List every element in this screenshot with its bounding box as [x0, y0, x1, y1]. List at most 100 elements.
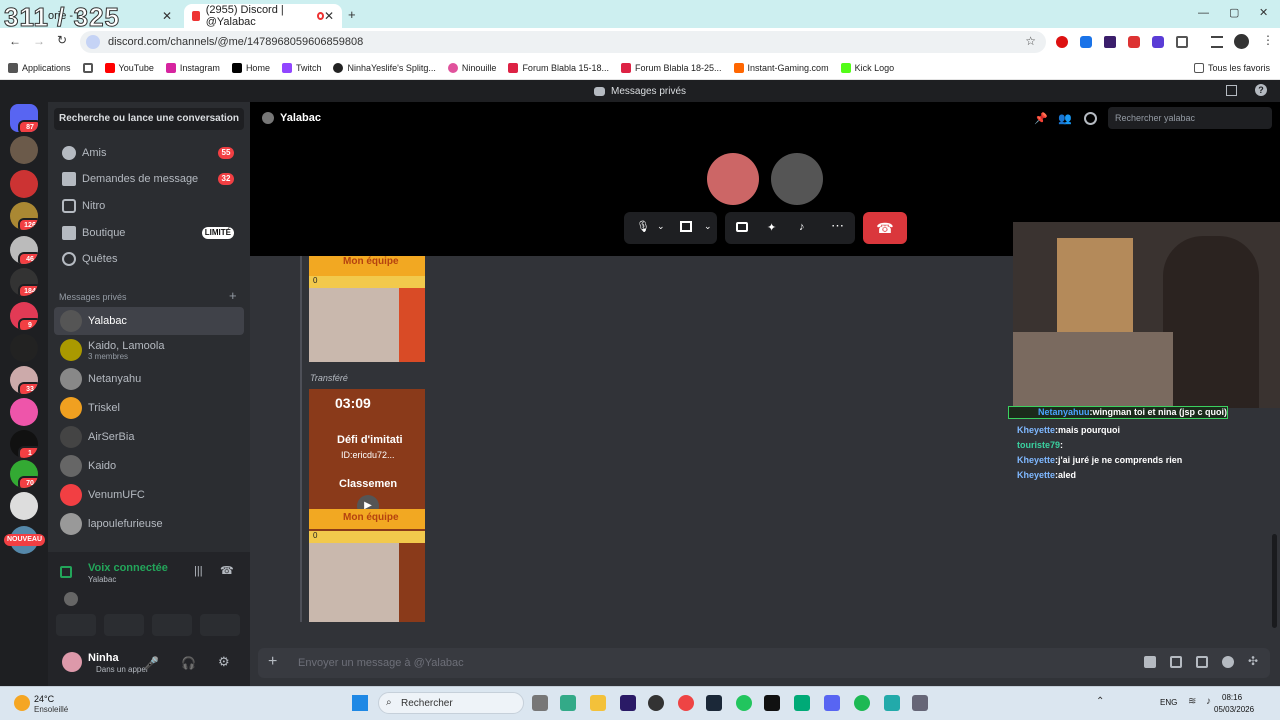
chrome-icon[interactable] — [678, 695, 694, 711]
apps-icon[interactable]: ✣ — [1248, 654, 1258, 668]
disconnect-icon[interactable]: ☎ — [220, 564, 234, 577]
sidebar-item-shop[interactable]: Boutique LIMITÉ — [54, 220, 244, 246]
dm-item-triskel[interactable]: Triskel — [54, 394, 244, 422]
soundboard-button[interactable] — [200, 614, 240, 636]
app-icon[interactable] — [736, 695, 752, 711]
language-indicator[interactable]: ENG — [1160, 698, 1177, 707]
bookmark-applications[interactable]: Applications — [8, 62, 71, 73]
chevron-up-icon[interactable]: ⌃ — [1096, 696, 1104, 707]
inbox-icon[interactable] — [1226, 85, 1237, 96]
sidebar-item-nitro[interactable]: Nitro — [54, 193, 244, 219]
extension-shield-icon[interactable] — [1152, 36, 1164, 48]
search-conversation-button[interactable]: Recherche ou lance une conversation — [54, 108, 244, 130]
sidebar-item-message-requests[interactable]: Demandes de message 32 — [54, 166, 244, 192]
obs-icon[interactable] — [648, 695, 664, 711]
help-icon[interactable]: ? — [1255, 84, 1267, 96]
extension-icon[interactable] — [1104, 36, 1116, 48]
pin-icon[interactable]: 📌 — [1034, 112, 1048, 125]
server-icon[interactable]: 33 — [10, 366, 38, 394]
close-window-button[interactable]: ✕ — [1259, 6, 1268, 19]
settings-icon[interactable]: ⚙ — [218, 654, 230, 670]
minimize-button[interactable]: — — [1198, 7, 1209, 19]
add-attachment-icon[interactable]: + — [268, 653, 277, 671]
dm-item-kaido[interactable]: Kaido — [54, 452, 244, 480]
settings-icon[interactable] — [912, 695, 928, 711]
media-control-icon[interactable] — [1211, 36, 1223, 48]
message-input[interactable]: + Envoyer un message à @Yalabac ✣ — [258, 648, 1270, 678]
new-tab-button[interactable]: + — [348, 7, 356, 22]
chevron-down-icon[interactable]: ⌄ — [704, 221, 712, 232]
maximize-button[interactable]: ▢ — [1229, 6, 1239, 19]
gif-icon[interactable] — [1170, 656, 1182, 668]
extensions-puzzle-icon[interactable] — [1176, 36, 1188, 48]
all-favorites[interactable]: Tous les favoris — [1193, 62, 1270, 73]
mic-icon[interactable]: 🎙 — [636, 220, 650, 233]
extension-icon[interactable] — [1080, 36, 1092, 48]
file-explorer-icon[interactable] — [590, 695, 606, 711]
signal-icon[interactable] — [60, 566, 72, 578]
extension-icon[interactable] — [1128, 36, 1140, 48]
profile-avatar[interactable] — [1234, 34, 1249, 49]
screen-share-button[interactable] — [104, 614, 144, 636]
activities-button[interactable] — [152, 614, 192, 636]
bookmark-twitch[interactable]: Twitch — [281, 62, 321, 73]
star-icon[interactable]: ☆ — [1025, 34, 1036, 48]
headphones-icon[interactable]: 🎧 — [181, 656, 196, 670]
taskbar-search[interactable]: ⌕ Rechercher — [378, 692, 524, 714]
forward-icon[interactable]: → — [33, 34, 45, 48]
mic-icon[interactable]: 🎤 — [144, 656, 159, 670]
more-icon[interactable]: ⋯ — [831, 218, 844, 234]
app-icon[interactable] — [884, 695, 900, 711]
dm-item-airserbia[interactable]: AirSerBia — [54, 423, 244, 451]
reload-icon[interactable]: ↻ — [57, 33, 67, 47]
premiere-icon[interactable] — [620, 695, 636, 711]
tiktok-icon[interactable] — [764, 695, 780, 711]
dm-item-group[interactable]: Kaido, Lamoola 3 membres — [54, 336, 244, 364]
spotify-icon[interactable] — [854, 695, 870, 711]
bookmark-ninouille[interactable]: Ninouille — [447, 62, 496, 73]
server-icon[interactable]: 126 — [10, 202, 38, 230]
back-icon[interactable]: ← — [9, 34, 21, 48]
extension-opera-icon[interactable] — [1056, 36, 1068, 48]
server-icon[interactable] — [10, 136, 38, 164]
channel-search-input[interactable]: Rechercher yalabac — [1108, 107, 1272, 129]
dm-item-venumufc[interactable]: VenumUFC — [54, 481, 244, 509]
soundboard-icon[interactable]: ♪ — [799, 221, 805, 233]
chevron-down-icon[interactable]: ⌄ — [657, 221, 665, 232]
wifi-icon[interactable]: ≋ — [1188, 696, 1196, 707]
server-icon[interactable]: 184 — [10, 268, 38, 296]
server-icon[interactable]: 70 — [10, 460, 38, 488]
scrollbar[interactable] — [1272, 534, 1277, 628]
game-card-top[interactable]: Mon équipe 0 — [309, 256, 425, 362]
steam-icon[interactable] — [706, 695, 722, 711]
bookmark-splitgate[interactable]: NinhaYeslife's Splitg... — [333, 62, 436, 73]
add-friends-icon[interactable]: 👥 — [1058, 112, 1072, 125]
dm-item-lapoulefurieuse[interactable]: lapoulefurieuse — [54, 510, 244, 538]
dm-item-netanyahu[interactable]: Netanyahu — [54, 365, 244, 393]
bookmark-instant-gaming[interactable]: Instant-Gaming.com — [733, 62, 829, 73]
emoji-icon[interactable] — [1222, 656, 1234, 668]
bookmark-grid[interactable] — [82, 62, 93, 73]
close-icon[interactable]: ✕ — [324, 9, 334, 23]
create-dm-button[interactable]: + — [229, 288, 237, 303]
server-icon[interactable] — [10, 170, 38, 198]
activities-icon[interactable]: ✦ — [767, 221, 776, 234]
app-icon[interactable] — [794, 695, 810, 711]
task-view-icon[interactable] — [532, 695, 548, 711]
direct-messages-icon[interactable]: 87 — [10, 104, 38, 132]
close-icon[interactable]: ✕ — [162, 9, 172, 23]
volume-icon[interactable]: ♪ — [1206, 696, 1211, 707]
server-icon[interactable]: 9 — [10, 302, 38, 330]
discord-icon[interactable] — [824, 695, 840, 711]
user-profile-icon[interactable] — [1084, 112, 1097, 125]
participant-avatar[interactable] — [771, 153, 823, 205]
site-info-icon[interactable] — [86, 35, 100, 49]
server-icon[interactable]: 46 — [10, 236, 38, 264]
sidebar-item-friends[interactable]: Amis 55 — [54, 140, 244, 166]
bookmark-kick[interactable]: Kick Logo — [840, 62, 894, 73]
server-icon[interactable] — [10, 334, 38, 362]
dm-item-yalabac[interactable]: Yalabac — [54, 307, 244, 335]
game-card-bottom[interactable]: 03:09 Défi d'imitati ID:ericdu72... Clas… — [309, 389, 425, 622]
participant-avatar[interactable] — [707, 153, 759, 205]
bookmark-forum-1518[interactable]: Forum Blabla 15-18... — [508, 62, 609, 73]
